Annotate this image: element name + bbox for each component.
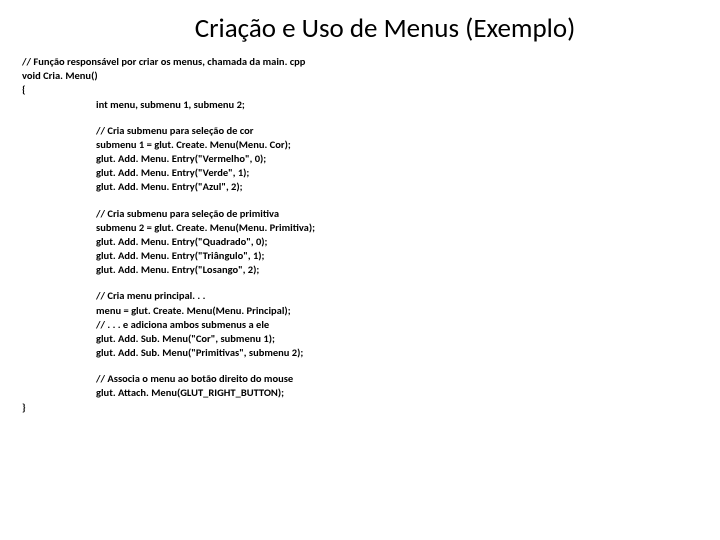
code-line: // Função responsável por criar os menus… — [22, 55, 698, 69]
code-line: void Cria. Menu() — [22, 69, 698, 83]
code-line: glut. Add. Menu. Entry("Quadrado", 0); — [22, 235, 698, 249]
code-line: submenu 2 = glut. Create. Menu(Menu. Pri… — [22, 221, 698, 235]
code-line: submenu 1 = glut. Create. Menu(Menu. Cor… — [22, 138, 698, 152]
code-line: glut. Add. Menu. Entry("Triângulo", 1); — [22, 249, 698, 263]
code-line: { — [22, 83, 698, 97]
code-line: // Cria submenu para seleção de primitiv… — [22, 207, 698, 221]
code-line: // Cria menu principal. . . — [22, 289, 698, 303]
code-block: // Função responsável por criar os menus… — [22, 55, 698, 415]
code-line: glut. Add. Menu. Entry("Azul", 2); — [22, 180, 698, 194]
code-line: } — [22, 401, 698, 415]
code-line: glut. Add. Menu. Entry("Losango", 2); — [22, 263, 698, 277]
code-line: int menu, submenu 1, submenu 2; — [22, 98, 698, 112]
slide-title: Criação e Uso de Menus (Exemplo) — [72, 12, 698, 45]
code-line: glut. Add. Menu. Entry("Verde", 1); — [22, 166, 698, 180]
code-line: glut. Add. Sub. Menu("Cor", submenu 1); — [22, 332, 698, 346]
code-line: menu = glut. Create. Menu(Menu. Principa… — [22, 304, 698, 318]
code-line: glut. Add. Sub. Menu("Primitivas", subme… — [22, 346, 698, 360]
code-line: glut. Attach. Menu(GLUT_RIGHT_BUTTON); — [22, 386, 698, 400]
code-line: glut. Add. Menu. Entry("Vermelho", 0); — [22, 152, 698, 166]
code-line: // . . . e adiciona ambos submenus a ele — [22, 318, 698, 332]
code-line: // Cria submenu para seleção de cor — [22, 124, 698, 138]
code-line: // Associa o menu ao botão direito do mo… — [22, 372, 698, 386]
